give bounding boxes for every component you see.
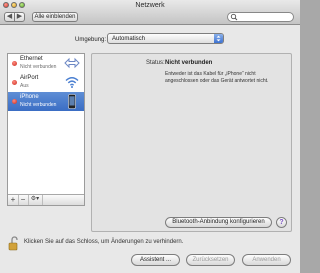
- location-select[interactable]: Automatisch: [107, 33, 224, 44]
- assistant-button[interactable]: Assistent ...: [131, 254, 180, 266]
- status-label: Status:: [146, 60, 165, 66]
- title-bar: Netzwerk ◀ ▶ Alle einblenden: [0, 0, 300, 25]
- status-value: Nicht verbunden: [165, 60, 213, 66]
- service-item-ethernet[interactable]: Ethernet Nicht verbunden: [8, 54, 84, 73]
- lock-message: Klicken Sie auf das Schloss, um Änderung…: [24, 239, 184, 245]
- popup-arrows-icon: [214, 34, 223, 43]
- service-list-controls: + − ⚙▾: [8, 194, 84, 205]
- service-name: iPhone: [20, 94, 39, 100]
- iphone-icon: [68, 94, 76, 109]
- status-description: Entweder ist das Kabel für „iPhone“ nich…: [165, 71, 269, 84]
- revert-button[interactable]: Zurücksetzen: [186, 254, 235, 266]
- status-dot: [12, 80, 17, 85]
- service-status: Nicht verbunden: [20, 102, 57, 108]
- show-all-button[interactable]: Alle einblenden: [32, 12, 78, 22]
- search-field[interactable]: [227, 12, 294, 22]
- location-label: Umgebung:: [75, 37, 107, 43]
- ethernet-arrows-icon: [64, 57, 80, 69]
- forward-button[interactable]: ▶: [14, 12, 25, 22]
- action-menu-button[interactable]: ⚙▾: [28, 195, 43, 205]
- network-preferences-window: Netzwerk ◀ ▶ Alle einblenden Umgebung: A…: [0, 0, 300, 273]
- help-button[interactable]: ?: [276, 217, 287, 228]
- search-input[interactable]: [240, 14, 292, 20]
- service-list[interactable]: Ethernet Nicht verbunden AirPort Aus iPh…: [7, 53, 85, 206]
- service-item-iphone[interactable]: iPhone Nicht verbunden: [8, 92, 84, 111]
- status-dot: [12, 99, 17, 104]
- service-status: Nicht verbunden: [20, 64, 57, 70]
- location-value: Automatisch: [112, 36, 146, 42]
- service-status: Aus: [20, 83, 29, 89]
- window-title: Netzwerk: [135, 2, 165, 9]
- configure-bluetooth-button[interactable]: Bluetooth-Anbindung konfigurieren: [165, 217, 272, 228]
- status-dot: [12, 61, 17, 66]
- wifi-icon: [65, 77, 79, 88]
- service-item-airport[interactable]: AirPort Aus: [8, 73, 84, 92]
- lock-icon[interactable]: [8, 236, 20, 251]
- service-name: AirPort: [20, 75, 39, 81]
- service-detail-panel: Status: Nicht verbunden Entweder ist das…: [91, 53, 292, 232]
- service-name: Ethernet: [20, 56, 43, 62]
- search-icon: [230, 13, 238, 21]
- apply-button[interactable]: Anwenden: [242, 254, 291, 266]
